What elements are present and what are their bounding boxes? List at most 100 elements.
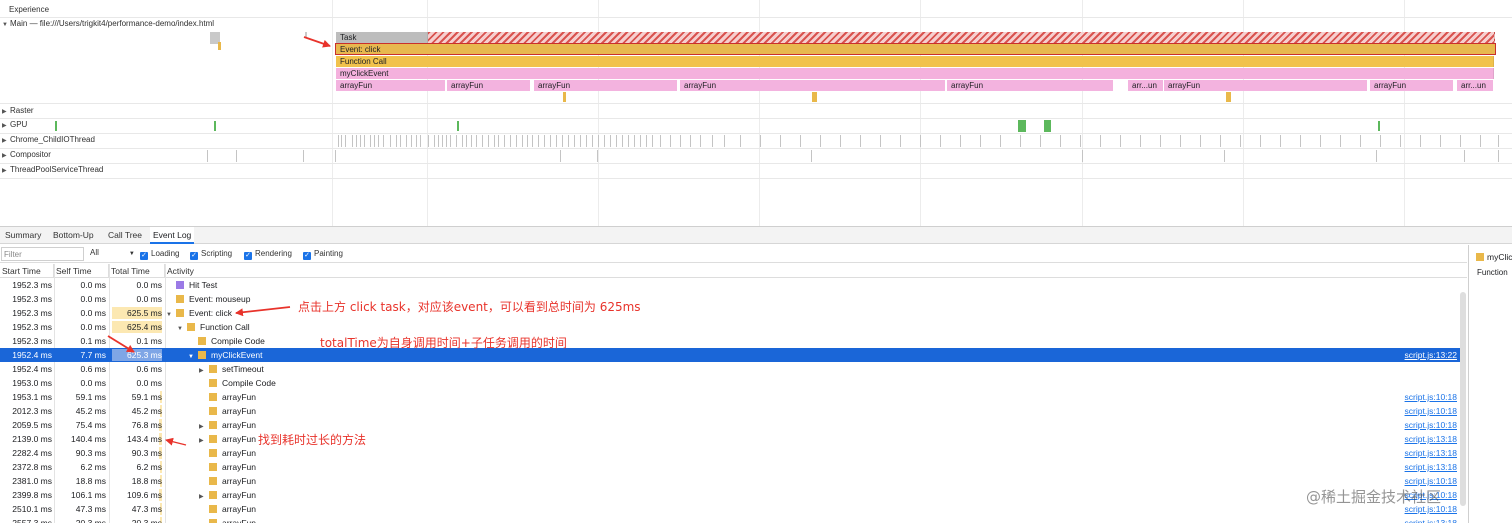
track-threadpool[interactable]: ▶ ThreadPoolServiceThread [0,164,1512,179]
source-link[interactable]: script.js:13:18 [1405,460,1457,474]
table-row[interactable]: 1952.3 ms 0.1 ms 0.1 ms Compile Code [0,334,1460,348]
track-experience[interactable]: Experience [0,4,1512,18]
column-header-start-time[interactable]: Start Time [0,264,54,278]
table-row[interactable]: 1952.3 ms 0.0 ms 0.0 ms Hit Test [0,278,1460,292]
self-time-cell: 6.2 ms [80,462,106,472]
array-fun-bar[interactable]: arrayFun [1370,80,1454,91]
table-row[interactable]: 1952.4 ms 7.7 ms 625.3 ms ▼ myClickEvent scri… [0,348,1460,362]
gpu-mark[interactable] [1018,120,1026,132]
gpu-mark[interactable] [1378,121,1380,131]
task-mini[interactable] [218,42,221,50]
category-select[interactable]: All ▼ [90,248,135,257]
table-row[interactable]: 2399.8 ms 106.1 ms 109.6 ms ▶ arrayFun script… [0,488,1460,502]
thread-activity-mark [580,135,581,147]
table-row[interactable]: 2012.3 ms 45.2 ms 45.2 ms arrayFun script.js… [0,404,1460,418]
column-header-activity[interactable]: Activity [165,264,1467,278]
track-gpu[interactable]: ▶ GPU [0,119,1512,134]
checkmark-icon: ✓ [190,252,198,260]
table-row[interactable]: 2059.5 ms 75.4 ms 76.8 ms ▶ arrayFun script.j… [0,418,1460,432]
source-link[interactable]: script.js:13:18 [1405,432,1457,446]
timeline-overview[interactable]: Experience ▼ Main — file:///Users/trigkit… [0,0,1512,226]
thread-activity-mark [1464,150,1465,162]
source-link[interactable]: script.js:10:18 [1405,418,1457,432]
tab-event-log[interactable]: Event Log [150,227,195,244]
collapsed-triangle-icon[interactable]: ▶ [2,120,10,132]
array-fun-bar[interactable]: arrayFun [947,80,1114,91]
track-compositor[interactable]: ▶ Compositor [0,149,1512,164]
sub-call-mark[interactable] [1226,92,1231,102]
table-row[interactable]: 2557.3 ms 20.3 ms 20.3 ms arrayFun script.js… [0,516,1460,523]
column-header-total-time[interactable]: Total Time [109,264,165,278]
event-click-bar[interactable]: Event: click [335,43,1496,55]
self-time-cell: 0.0 ms [80,322,106,332]
table-row[interactable]: 1953.0 ms 0.0 ms 0.0 ms Compile Code [0,376,1460,390]
thread-activity-mark [488,135,489,147]
tab-bottom-up[interactable]: Bottom-Up [50,227,97,244]
total-time-cell: 0.0 ms [136,378,162,388]
activity-cell: arrayFun [166,404,1266,418]
task-bar[interactable]: Task [336,32,428,43]
self-time-cell: 59.1 ms [75,392,106,402]
checkbox-scripting[interactable]: ✓ Scripting [190,249,232,260]
filter-input[interactable] [1,247,84,261]
array-fun-bar[interactable]: arrayFun [534,80,678,91]
source-link[interactable]: script.js:10:18 [1405,404,1457,418]
function-call-bar[interactable]: Function Call [336,56,1494,67]
gpu-mark[interactable] [55,121,57,131]
category-swatch-icon [176,281,184,289]
table-row[interactable]: 1952.3 ms 0.0 ms 625.4 ms ▼ Function Call [0,320,1460,334]
array-fun-bar[interactable]: arrayFun [447,80,531,91]
gpu-mark[interactable] [457,121,459,131]
track-main[interactable]: ▼ Main — file:///Users/trigkit4/performan… [0,18,1512,104]
thread-activity-mark [494,135,495,147]
table-scrollbar[interactable] [1460,292,1466,506]
tab-call-tree[interactable]: Call Tree [105,227,145,244]
table-row[interactable]: 1952.3 ms 0.0 ms 0.0 ms Event: mouseup [0,292,1460,306]
collapsed-triangle-icon[interactable]: ▶ [2,150,10,162]
table-row[interactable]: 2139.0 ms 140.4 ms 143.4 ms ▶ arrayFun script… [0,432,1460,446]
column-header-self-time[interactable]: Self Time [54,264,109,278]
track-childio[interactable]: ▶ Chrome_ChildIOThread [0,134,1512,149]
tab-summary[interactable]: Summary [2,227,44,244]
table-row[interactable]: 1952.4 ms 0.6 ms 0.6 ms ▶ setTimeout [0,362,1460,376]
array-fun-bar[interactable]: arrayFun [1164,80,1368,91]
array-fun-bar[interactable]: arr...un [1128,80,1164,91]
table-row[interactable]: 1953.1 ms 59.1 ms 59.1 ms arrayFun script.js… [0,390,1460,404]
thread-activity-mark [1060,135,1061,147]
start-time-cell: 2139.0 ms [12,434,52,444]
array-fun-bar[interactable]: arrayFun [680,80,946,91]
gpu-mark[interactable] [1044,120,1051,132]
table-row[interactable]: 2381.0 ms 18.8 ms 18.8 ms arrayFun script.js… [0,474,1460,488]
thread-activity-mark [700,135,701,147]
start-time-cell: 1953.1 ms [12,392,52,402]
thread-activity-mark [616,135,617,147]
sub-call-mark[interactable] [812,92,817,102]
source-link[interactable]: script.js:10:18 [1405,390,1457,404]
my-click-event-bar[interactable]: myClickEvent [336,68,1494,79]
table-row[interactable]: 1952.3 ms 0.0 ms 625.5 ms ▼ Event: click [0,306,1460,320]
sub-call-mark[interactable] [563,92,566,102]
activity-cell: ▶ arrayFun [166,488,1266,502]
table-row[interactable]: 2510.1 ms 47.3 ms 47.3 ms arrayFun script.js… [0,502,1460,516]
table-row[interactable]: 2372.8 ms 6.2 ms 6.2 ms arrayFun script.js:1… [0,460,1460,474]
thread-activity-mark [670,135,671,147]
source-link[interactable]: script.js:13:22 [1405,348,1457,362]
collapsed-triangle-icon[interactable]: ▶ [2,135,10,147]
thread-activity-mark [400,135,401,147]
checkbox-painting[interactable]: ✓ Painting [303,249,343,260]
track-raster[interactable]: ▶ Raster [0,105,1512,119]
long-task-hatch[interactable] [428,32,1495,43]
expanded-triangle-icon[interactable]: ▼ [2,19,10,31]
source-link[interactable]: script.js:13:18 [1405,446,1457,460]
gpu-mark[interactable] [214,121,216,131]
checkbox-rendering[interactable]: ✓ Rendering [244,249,292,260]
array-fun-bar[interactable]: arr...un [1457,80,1494,91]
collapsed-triangle-icon[interactable]: ▶ [2,165,10,177]
array-fun-bar[interactable]: arrayFun [336,80,446,91]
checkbox-loading[interactable]: ✓ Loading [140,249,179,260]
collapsed-triangle-icon[interactable]: ▶ [2,106,10,118]
thread-activity-mark [900,135,901,147]
source-link[interactable]: script.js:13:18 [1405,516,1457,523]
task-mini[interactable] [305,32,307,38]
table-row[interactable]: 2282.4 ms 90.3 ms 90.3 ms arrayFun script.js… [0,446,1460,460]
